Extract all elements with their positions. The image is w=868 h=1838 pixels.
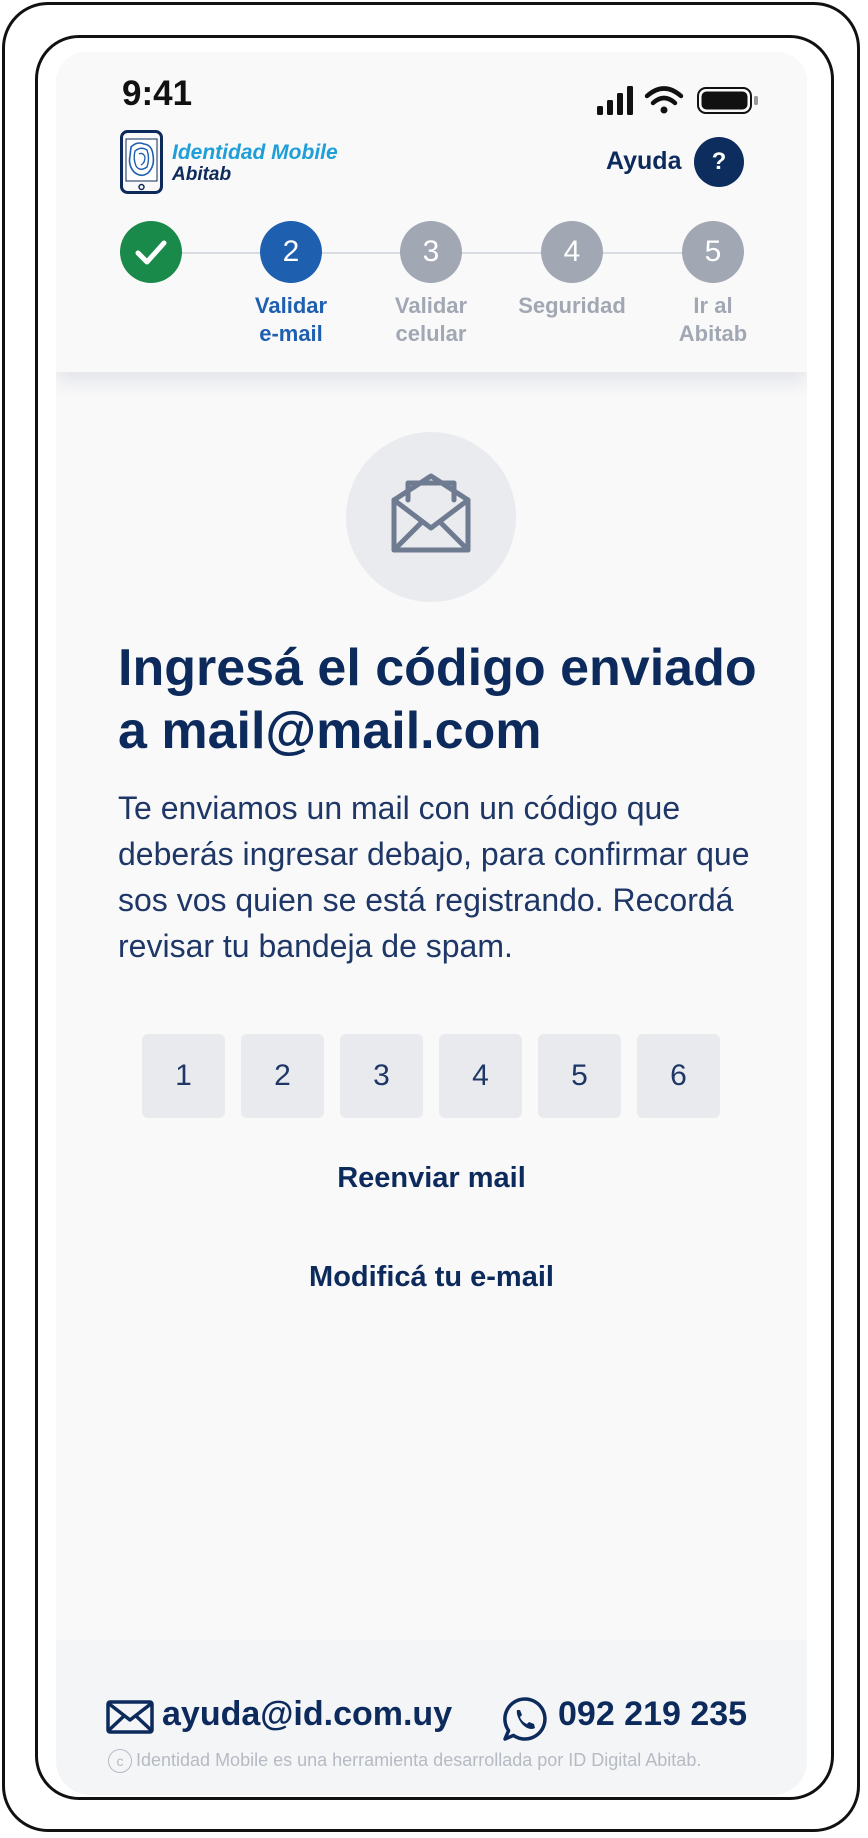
support-phone-link[interactable]: 092 219 235: [558, 1692, 747, 1736]
step-1-circle: [120, 221, 182, 283]
step-5-circle: 5: [682, 221, 744, 283]
page-subtitle: Te enviamos un mail con un código que de…: [118, 790, 750, 964]
battery-icon: [697, 87, 758, 114]
step-5-label: Ir al Abitab: [678, 293, 748, 346]
code-digit-3[interactable]: 3: [340, 1034, 423, 1118]
copyright-icon: c: [108, 1749, 132, 1774]
step-2-label: Validar e-mail: [254, 293, 328, 346]
footer: ayuda@id.com.uy 092 219 235 c Identidad M…: [56, 1640, 807, 1795]
support-email-link[interactable]: ayuda@id.com.uy: [162, 1692, 452, 1736]
step-3-label: Validar celular: [394, 293, 468, 346]
code-digit-1[interactable]: 1: [142, 1034, 225, 1118]
phone-screen: 9:41 Identidad Mobile Abitab Ayuda ? 2 V…: [56, 52, 807, 1795]
page-title: Ingresá el código enviado a mail@mail.co…: [118, 639, 757, 760]
step-3-circle: 3: [400, 221, 462, 283]
help-button[interactable]: ?: [694, 137, 744, 187]
status-time: 9:41: [122, 74, 193, 113]
code-digit-4[interactable]: 4: [439, 1034, 522, 1118]
step-4-circle: 4: [541, 221, 603, 283]
check-icon: [135, 240, 167, 265]
logo-line2: Abitab: [172, 164, 232, 185]
logo-line1: Identidad Mobile: [172, 141, 338, 164]
footer-disclaimer: c Identidad Mobile es una herramienta des…: [108, 1746, 701, 1774]
step-2-circle: 2: [260, 221, 322, 283]
help-label[interactable]: Ayuda: [606, 147, 681, 176]
logo-text: Identidad Mobile Abitab: [172, 142, 338, 186]
code-digit-2[interactable]: 2: [241, 1034, 324, 1118]
modify-email-link[interactable]: Modificá tu e-mail: [56, 1261, 807, 1294]
code-digit-6[interactable]: 6: [637, 1034, 720, 1118]
envelope-badge: [346, 432, 516, 602]
app-header: 9:41 Identidad Mobile Abitab Ayuda ? 2 V…: [56, 52, 807, 372]
envelope-open-icon: [391, 473, 471, 553]
step-4-label: Seguridad: [518, 293, 626, 318]
disclaimer-text: Identidad Mobile es una herramienta desa…: [136, 1750, 702, 1770]
wifi-icon: [644, 86, 684, 114]
status-bar-icons: [597, 86, 758, 115]
resend-mail-link[interactable]: Reenviar mail: [56, 1162, 807, 1195]
whatsapp-icon: [503, 1697, 547, 1741]
code-digit-5[interactable]: 5: [538, 1034, 621, 1118]
mail-icon: [106, 1700, 154, 1734]
signal-icon: [597, 86, 633, 115]
